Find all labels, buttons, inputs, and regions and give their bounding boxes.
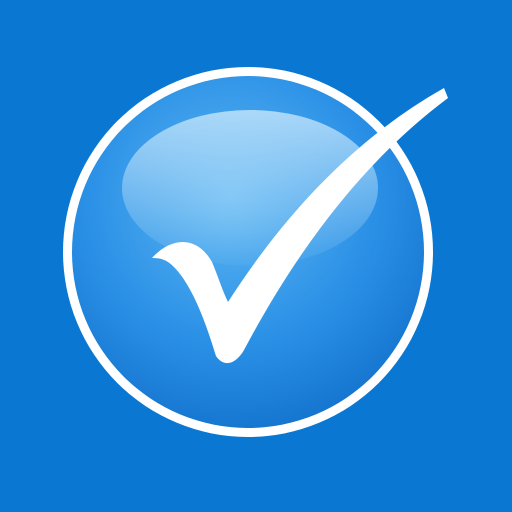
checkmark-badge-graphic bbox=[0, 0, 512, 512]
app-icon[interactable] bbox=[0, 0, 512, 512]
